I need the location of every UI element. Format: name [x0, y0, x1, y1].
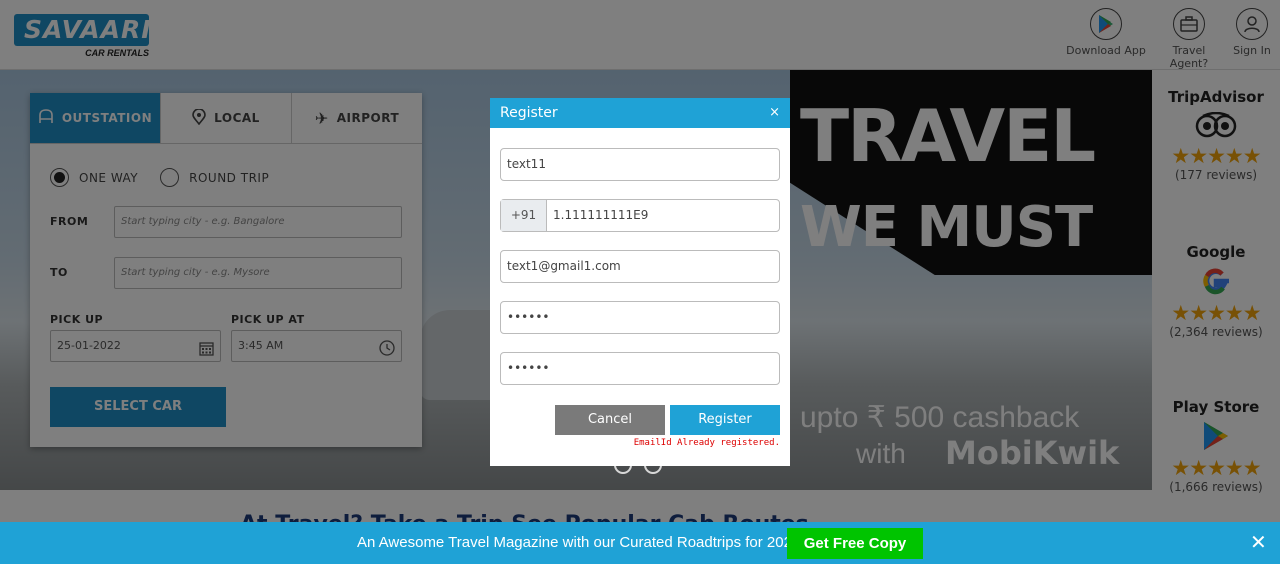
register-button[interactable]: Register	[670, 405, 780, 435]
phone-value: 1.111111111E9	[553, 208, 649, 222]
get-free-copy-button[interactable]: Get Free Copy	[787, 528, 923, 559]
name-input[interactable]: text11	[500, 148, 780, 181]
cancel-button[interactable]: Cancel	[555, 405, 665, 435]
promo-bar: An Awesome Travel Magazine with our Cura…	[0, 522, 1280, 564]
password-input[interactable]: ••••••	[500, 301, 780, 334]
modal-header: Register ×	[490, 98, 790, 128]
close-icon[interactable]: ×	[769, 98, 780, 128]
phone-input[interactable]: +91 1.111111111E9	[500, 199, 780, 232]
error-message: EmailId Already registered.	[633, 438, 780, 448]
promo-message: An Awesome Travel Magazine with our Cura…	[357, 534, 801, 551]
modal-title: Register	[500, 105, 558, 121]
email-input[interactable]: text1@gmail1.com	[500, 250, 780, 283]
register-modal: Register × text11 +91 1.111111111E9 text…	[490, 98, 790, 466]
confirm-password-input[interactable]: ••••••	[500, 352, 780, 385]
country-code-prefix: +91	[501, 200, 547, 231]
close-icon[interactable]: ✕	[1250, 532, 1267, 552]
